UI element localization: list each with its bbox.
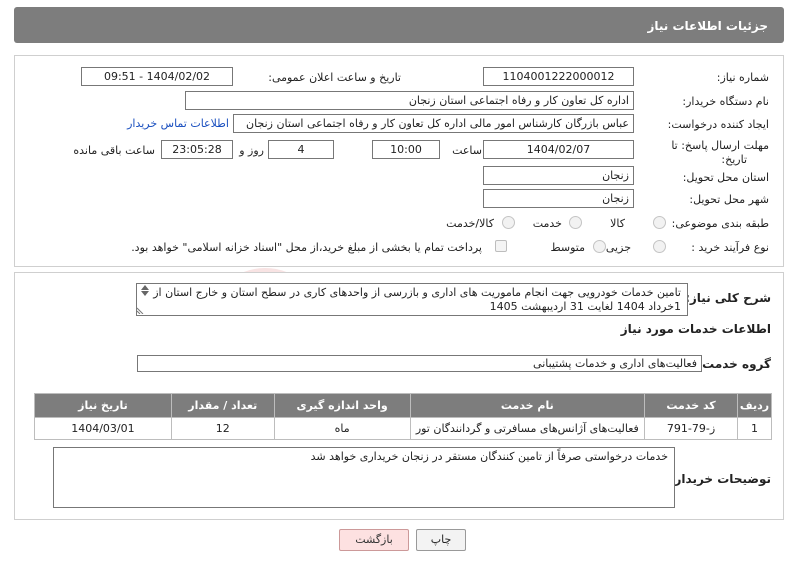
days-field[interactable]: 4	[268, 140, 334, 159]
table-header-row: ردیف کد خدمت نام خدمت واحد اندازه گیری ت…	[34, 393, 772, 418]
province-label: استان محل تحویل:	[682, 171, 769, 184]
process-radio-medium[interactable]	[593, 240, 606, 253]
cell-service-code: ز-79-791	[644, 417, 739, 440]
services-table: ردیف کد خدمت نام خدمت واحد اندازه گیری ت…	[34, 393, 772, 440]
category-option-service: خدمت	[532, 217, 562, 230]
deadline-time-label: ساعت	[452, 144, 482, 157]
back-button[interactable]: بازگشت	[339, 529, 409, 551]
table-row[interactable]: 1 ز-79-791 فعالیت‌های آژانس‌های مسافرتی …	[34, 417, 772, 440]
days-label: روز و	[239, 144, 264, 157]
print-button[interactable]: چاپ	[416, 529, 466, 551]
creator-label: ایجاد کننده درخواست:	[667, 118, 769, 131]
description-textarea[interactable]: تامین خدمات خودرویی جهت انجام ماموریت ها…	[136, 283, 688, 316]
cell-quantity: 12	[170, 417, 275, 440]
services-section-title: اطلاعات خدمات مورد نیاز	[620, 322, 771, 336]
col-service-code: کد خدمت	[644, 393, 739, 418]
col-unit: واحد اندازه گیری	[273, 393, 411, 418]
category-option-goods: کالا	[610, 217, 625, 230]
category-option-goods-service: کالا/خدمت	[446, 217, 494, 230]
page-header: جزئیات اطلاعات نیاز	[14, 7, 784, 43]
buyer-label: نام دستگاه خریدار:	[682, 95, 769, 108]
category-radio-service[interactable]	[569, 216, 582, 229]
col-quantity: تعداد / مقدار	[170, 393, 275, 418]
process-label: نوع فرآیند خرید :	[691, 241, 769, 254]
scroll-up-icon[interactable]	[141, 285, 149, 290]
buyer-field[interactable]: اداره کل تعاون کار و رفاه اجتماعی استان …	[185, 91, 634, 110]
resize-grip-icon[interactable]	[137, 307, 144, 314]
treasury-payment-checkbox[interactable]	[495, 240, 507, 252]
category-radio-goods[interactable]	[653, 216, 666, 229]
cell-row-number: 1	[737, 417, 772, 440]
col-service-name: نام خدمت	[409, 393, 646, 418]
city-label: شهر محل تحویل:	[689, 193, 769, 206]
announce-label: تاریخ و ساعت اعلان عمومی:	[268, 71, 401, 84]
buyer-notes-label: توضیحات خریدار:	[669, 472, 771, 486]
deadline-date-field[interactable]: 1404/02/07	[483, 140, 634, 159]
need-number-field[interactable]: 1104001222000012	[483, 67, 634, 86]
service-group-label: گروه خدمت:	[697, 357, 771, 371]
deadline-time-field[interactable]: 10:00	[372, 140, 440, 159]
announce-field[interactable]: 1404/02/02 - 09:51	[81, 67, 233, 86]
process-option-medium: متوسط	[550, 241, 585, 254]
scroll-down-icon[interactable]	[141, 291, 149, 296]
cell-need-date: 1404/03/01	[34, 417, 172, 440]
deadline-date-label: تاریخ:	[721, 153, 747, 166]
category-label: طبقه بندی موضوعی:	[671, 217, 769, 230]
service-group-field[interactable]: فعالیت‌های اداری و خدمات پشتیبانی	[137, 355, 702, 372]
remaining-time-field[interactable]: 23:05:28	[161, 140, 233, 159]
cell-unit: ماه	[273, 417, 411, 440]
cell-service-name: فعالیت‌های آژانس‌های مسافرتی و گردانندگا…	[409, 417, 646, 440]
city-field[interactable]: زنجان	[483, 189, 634, 208]
need-number-label: شماره نیاز:	[716, 71, 769, 84]
description-label: شرح کلی نیاز:	[685, 291, 771, 305]
buyer-notes-textarea[interactable]: خدمات درخواستی صرفاً از تامین کنندگان مس…	[53, 447, 675, 508]
treasury-payment-note: پرداخت تمام یا بخشی از مبلغ خرید،از محل …	[131, 241, 482, 254]
deadline-label: مهلت ارسال پاسخ: تا	[671, 139, 769, 152]
col-need-date: تاریخ نیاز	[34, 393, 172, 418]
process-radio-minor[interactable]	[653, 240, 666, 253]
col-row-number: ردیف	[737, 393, 772, 418]
process-option-minor: جزیی	[605, 241, 631, 254]
creator-field[interactable]: عباس بازرگان کارشناس امور مالی اداره کل …	[233, 114, 634, 133]
buyer-contact-link[interactable]: اطلاعات تماس خریدار	[127, 117, 229, 130]
category-radio-goods-service[interactable]	[502, 216, 515, 229]
province-field[interactable]: زنجان	[483, 166, 634, 185]
description-scroll-buttons[interactable]	[138, 284, 152, 302]
remaining-label: ساعت باقی مانده	[73, 144, 155, 157]
need-info-panel	[14, 55, 784, 267]
page-title: جزئیات اطلاعات نیاز	[647, 19, 768, 33]
